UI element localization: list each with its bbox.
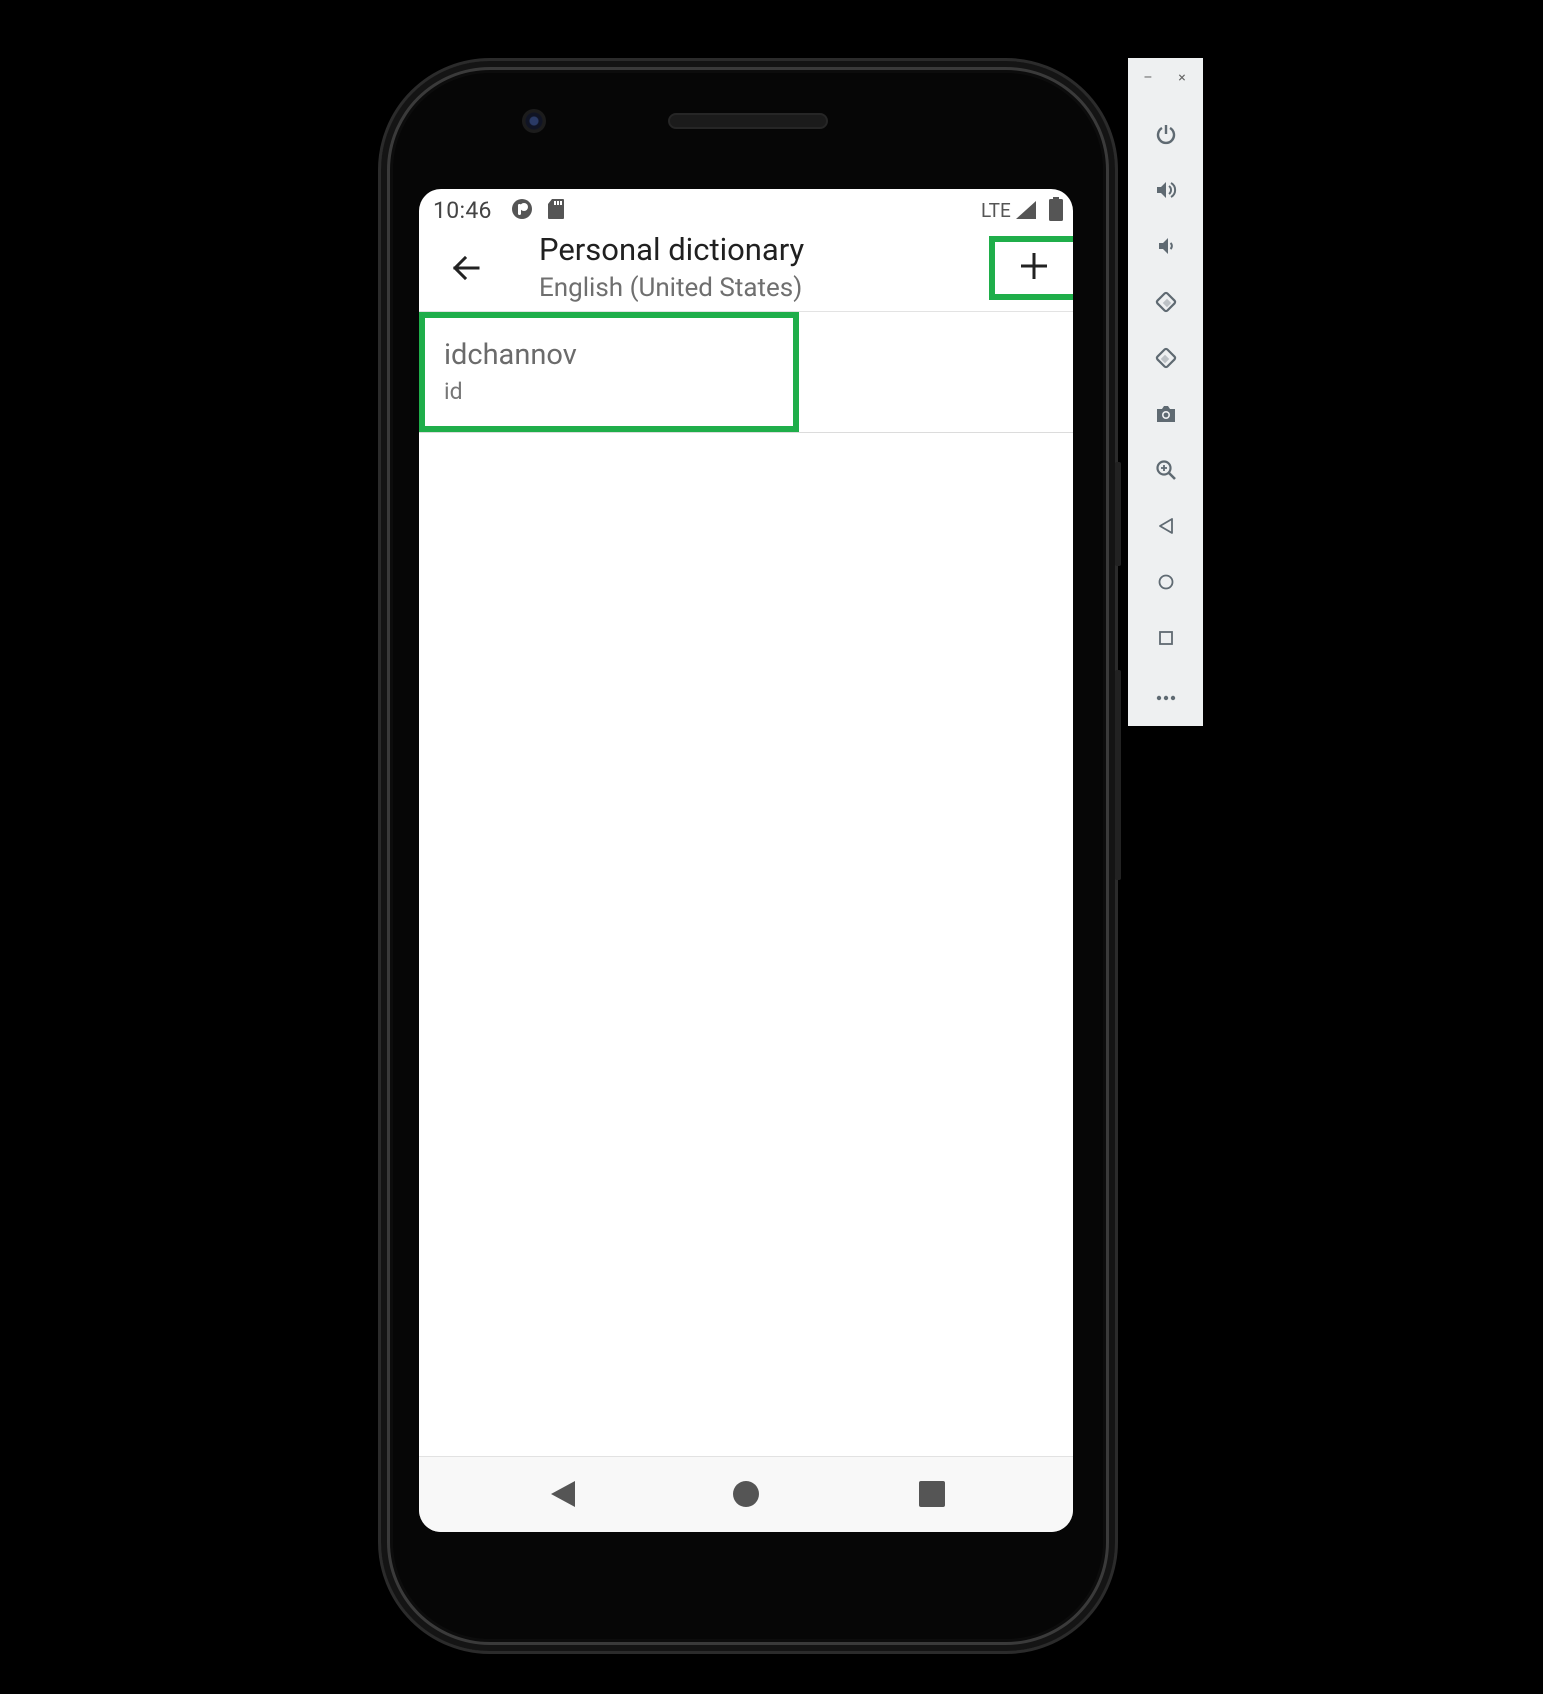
front-camera — [522, 109, 546, 133]
overview-icon — [1156, 628, 1176, 652]
status-time: 10:46 — [433, 197, 492, 224]
volume-up-button[interactable] — [1146, 172, 1186, 212]
rotate-right-button[interactable] — [1146, 340, 1186, 380]
emulator-home-button[interactable] — [1146, 564, 1186, 604]
back-icon — [1156, 516, 1176, 540]
minimize-icon[interactable]: – — [1138, 68, 1158, 88]
rotate-right-icon — [1154, 346, 1178, 374]
emulator-toolbar: – × — [1128, 58, 1203, 726]
nav-recents-button[interactable] — [907, 1471, 957, 1521]
battery-icon — [1049, 197, 1063, 225]
plus-icon — [1018, 250, 1050, 286]
phone-screen: 10:46 LTE Personal dictionary English (U… — [419, 189, 1073, 1532]
phone-side-button-lower — [1115, 670, 1121, 880]
volume-down-icon — [1155, 235, 1177, 261]
power-icon — [1155, 123, 1177, 149]
emulator-overview-button[interactable] — [1146, 620, 1186, 660]
back-triangle-icon — [549, 1479, 577, 1513]
earpiece-speaker — [668, 113, 828, 129]
volume-down-button[interactable] — [1146, 228, 1186, 268]
home-icon — [1156, 572, 1176, 596]
word-shortcut: id — [444, 378, 463, 405]
rotate-left-button[interactable] — [1146, 284, 1186, 324]
add-word-button[interactable] — [989, 236, 1073, 300]
list-item[interactable]: idchannov id — [419, 312, 1073, 433]
more-options-button[interactable] — [1146, 676, 1186, 716]
arrow-left-icon — [450, 252, 482, 288]
app-bar: Personal dictionary English (United Stat… — [419, 229, 1073, 312]
sd-card-icon — [547, 198, 565, 224]
page-subtitle: English (United States) — [539, 273, 803, 303]
camera-icon — [1155, 403, 1177, 429]
emulator-back-button[interactable] — [1146, 508, 1186, 548]
screenshot-button[interactable] — [1146, 396, 1186, 436]
word-list: idchannov id — [419, 312, 1073, 433]
recents-square-icon — [918, 1480, 946, 1512]
power-button[interactable] — [1146, 116, 1186, 156]
more-icon — [1155, 687, 1177, 706]
nav-back-button[interactable] — [538, 1471, 588, 1521]
page-title: Personal dictionary — [539, 231, 805, 268]
list-item-highlight — [419, 312, 799, 432]
network-type: LTE — [981, 199, 1011, 222]
home-circle-icon — [732, 1480, 760, 1512]
signal-icon — [1015, 200, 1037, 224]
word-text: idchannov — [444, 338, 577, 372]
emulator-stage: 10:46 LTE Personal dictionary English (U… — [0, 0, 1543, 1694]
volume-up-icon — [1155, 179, 1177, 205]
status-bar: 10:46 LTE — [419, 189, 1073, 229]
zoom-icon — [1155, 459, 1177, 485]
navigate-up-button[interactable] — [443, 247, 489, 293]
app-notification-icon — [511, 198, 533, 224]
phone-side-button-upper — [1115, 462, 1121, 566]
emulator-window-controls: – × — [1128, 68, 1203, 88]
rotate-left-icon — [1154, 290, 1178, 318]
close-icon[interactable]: × — [1172, 68, 1192, 88]
zoom-button[interactable] — [1146, 452, 1186, 492]
system-nav-bar — [419, 1456, 1073, 1532]
nav-home-button[interactable] — [721, 1471, 771, 1521]
